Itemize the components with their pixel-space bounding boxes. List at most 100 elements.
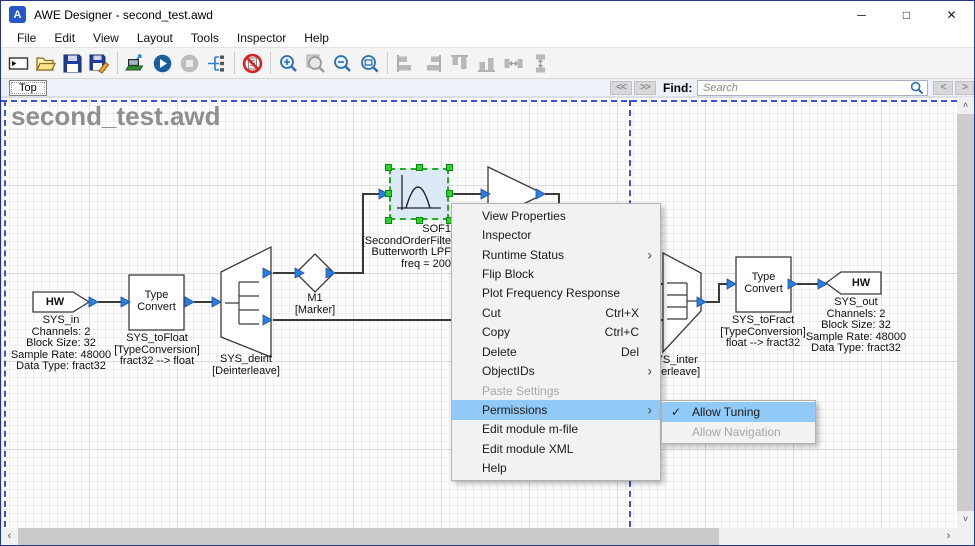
context-menu: View Properties Inspector Runtime Status… — [451, 203, 661, 481]
label-sys-deint: SYS_deint[Deinterleave] — [196, 354, 296, 377]
design-canvas[interactable]: second_test.awd — [1, 97, 957, 528]
save-button[interactable] — [59, 50, 86, 77]
close-button[interactable]: ✕ — [929, 1, 974, 28]
selection-handle[interactable] — [416, 217, 423, 224]
selection-handle[interactable] — [446, 190, 453, 197]
zoom-fit-button[interactable] — [356, 50, 383, 77]
menu-help[interactable]: Help — [295, 31, 338, 45]
align-left-button[interactable] — [392, 50, 419, 77]
tab-top[interactable]: Top — [9, 80, 47, 96]
menu-layout[interactable]: Layout — [128, 31, 182, 45]
menu-item-cut[interactable]: CutCtrl+X — [452, 303, 660, 322]
block-sys-deint[interactable] — [221, 247, 271, 357]
pin — [89, 297, 98, 307]
app-logo-icon[interactable]: A — [9, 6, 26, 23]
search-icon[interactable] — [910, 81, 924, 95]
shortcut-label: Ctrl+X — [605, 306, 653, 320]
submenu-arrow-icon: › — [647, 401, 652, 417]
save-as-icon — [89, 53, 110, 74]
find-next-button[interactable]: > — [955, 81, 974, 95]
toolbar-separator — [270, 52, 271, 74]
label-sys-in: SYS_inChannels: 2Block Size: 32Sample Ra… — [6, 315, 116, 373]
submenu-item-allow-tuning[interactable]: ✓Allow Tuning — [662, 402, 815, 422]
halt-audio-button[interactable] — [239, 50, 266, 77]
menu-item-runtime-status[interactable]: Runtime Status› — [452, 245, 660, 264]
find-prev-button[interactable]: < — [933, 81, 953, 95]
submenu-arrow-icon: › — [647, 246, 652, 262]
block-title-typeconvert-1: TypeConvert — [129, 290, 184, 313]
label-sys-tofloat: SYS_toFloat[TypeConversion]fract32 --> f… — [107, 333, 207, 368]
maximize-button[interactable]: □ — [884, 1, 929, 28]
zoom-out-icon — [332, 53, 353, 74]
vertical-scrollbar-thumb[interactable] — [957, 114, 974, 511]
menu-item-flip-block[interactable]: Flip Block — [452, 264, 660, 283]
build-to-target-button[interactable] — [122, 50, 149, 77]
menu-item-help[interactable]: Help — [452, 458, 660, 477]
propagate-icon — [206, 53, 227, 74]
menu-item-copy[interactable]: CopyCtrl+C — [452, 323, 660, 342]
find-label: Find: — [663, 81, 692, 95]
distribute-vertical-button[interactable] — [527, 50, 554, 77]
save-as-button[interactable] — [86, 50, 113, 77]
menu-item-delete[interactable]: DeleteDel — [452, 342, 660, 361]
zoom-in-button[interactable] — [275, 50, 302, 77]
selection-handle[interactable] — [446, 164, 453, 171]
align-top-button[interactable] — [446, 50, 473, 77]
play-audio-button[interactable] — [149, 50, 176, 77]
open-design-button[interactable] — [32, 50, 59, 77]
selection-handle[interactable] — [385, 164, 392, 171]
menu-item-objectids[interactable]: ObjectIDs› — [452, 361, 660, 380]
block-title-typeconvert-2: TypeConvert — [736, 272, 791, 295]
selection-handle[interactable] — [385, 190, 392, 197]
scroll-up-icon[interactable]: ˄ — [957, 97, 974, 114]
menu-item-view-properties[interactable]: View Properties — [452, 206, 660, 225]
zoom-region-button[interactable] — [302, 50, 329, 77]
align-bottom-button[interactable] — [473, 50, 500, 77]
menu-item-permissions[interactable]: Permissions› — [452, 400, 660, 419]
block-sys-inter[interactable] — [663, 253, 701, 352]
stop-audio-button[interactable] — [176, 50, 203, 77]
minimize-button[interactable]: ─ — [839, 1, 884, 28]
label-sys-tofract: SYS_toFract[TypeConversion]float --> fra… — [713, 315, 813, 350]
selection-handle[interactable] — [385, 217, 392, 224]
block-sof1-selected[interactable] — [389, 168, 449, 220]
menu-item-edit-module-m-file[interactable]: Edit module m-file — [452, 420, 660, 439]
scroll-left-icon[interactable]: ‹ — [1, 528, 18, 545]
selection-handle[interactable] — [416, 164, 423, 171]
find-search-input[interactable] — [697, 80, 928, 96]
zoom-out-button[interactable] — [329, 50, 356, 77]
menu-item-plot-frequency-response[interactable]: Plot Frequency Response — [452, 284, 660, 303]
align-right-icon — [422, 53, 443, 74]
permissions-submenu: ✓Allow Tuning Allow Navigation — [661, 400, 816, 444]
horizontal-scrollbar-thumb[interactable] — [18, 528, 719, 545]
scroll-down-icon[interactable]: ˅ — [957, 511, 974, 528]
distribute-horizontal-icon — [503, 53, 524, 74]
menu-view[interactable]: View — [84, 31, 128, 45]
find-back-button[interactable]: << — [610, 81, 632, 95]
menu-inspector[interactable]: Inspector — [228, 31, 295, 45]
propagate-changes-button[interactable] — [203, 50, 230, 77]
pin — [185, 297, 194, 307]
menu-edit[interactable]: Edit — [45, 31, 84, 45]
menu-item-inspector[interactable]: Inspector — [452, 225, 660, 244]
align-left-icon — [395, 53, 416, 74]
play-icon — [152, 53, 173, 74]
pin — [536, 189, 545, 199]
menu-file[interactable]: File — [8, 31, 45, 45]
zoom-in-icon — [278, 53, 299, 74]
horizontal-scrollbar[interactable]: ‹ › — [1, 528, 957, 545]
scroll-right-icon[interactable]: › — [940, 528, 957, 545]
new-design-button[interactable] — [5, 50, 32, 77]
menu-bar: File Edit View Layout Tools Inspector He… — [1, 28, 974, 47]
block-title-hw-out: HW — [841, 278, 881, 290]
label-sof1: SOF1[SecondOrderFilteButterworth LPFfreq… — [331, 224, 451, 270]
distribute-horizontal-button[interactable] — [500, 50, 527, 77]
find-forward-button[interactable]: >> — [634, 81, 656, 95]
vertical-scrollbar[interactable]: ˄ ˅ — [957, 97, 974, 528]
menu-item-edit-module-xml[interactable]: Edit module XML — [452, 439, 660, 458]
align-right-button[interactable] — [419, 50, 446, 77]
halt-prohibited-icon — [242, 53, 263, 74]
label-sys-out: SYS_outChannels: 2Block Size: 32Sample R… — [801, 297, 911, 355]
submenu-item-allow-navigation: Allow Navigation — [662, 422, 815, 442]
menu-tools[interactable]: Tools — [182, 31, 228, 45]
